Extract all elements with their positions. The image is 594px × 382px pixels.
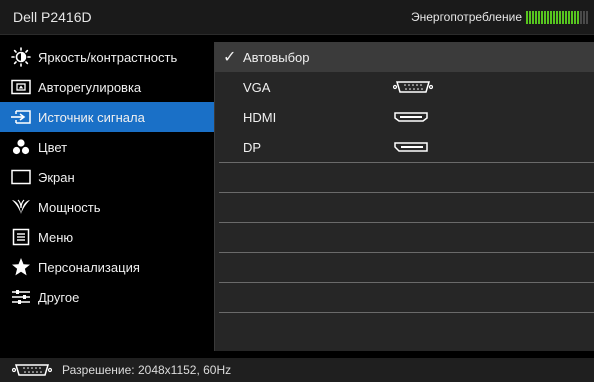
osd-header: Dell P2416D Энергопотребление xyxy=(0,0,594,35)
energy-bar xyxy=(544,10,546,24)
check-icon: ✓ xyxy=(223,49,237,66)
menu-item-label: Авторегулировка xyxy=(38,79,142,95)
menu-item-label: Меню xyxy=(38,229,74,245)
display-icon xyxy=(6,169,36,185)
menu-item-menu[interactable]: Меню xyxy=(0,222,214,252)
menu-item-display[interactable]: Экран xyxy=(0,162,214,192)
osd-window: Dell P2416D Энергопотребление Яркость/ко… xyxy=(0,0,594,382)
brightness-icon xyxy=(6,47,36,67)
energy-bar xyxy=(568,10,570,24)
divider xyxy=(219,192,594,193)
input-source-panel: ✓ Автовыбор VGA HDMI DP xyxy=(214,42,594,351)
energy-bar xyxy=(538,10,540,24)
menu-item-power[interactable]: Мощность xyxy=(0,192,214,222)
divider xyxy=(219,282,594,283)
energy-bar xyxy=(556,10,558,24)
resolution-text: Разрешение: 2048x1152, 60Hz xyxy=(62,363,232,377)
menu-item-label: Цвет xyxy=(38,139,68,155)
option-label: DP xyxy=(243,139,262,155)
menu-item-label: Персонализация xyxy=(38,259,140,275)
option-dp[interactable]: DP xyxy=(215,132,594,162)
energy-bar xyxy=(586,10,588,24)
option-auto-select[interactable]: ✓ Автовыбор xyxy=(215,42,594,72)
divider xyxy=(219,312,594,313)
menu-item-label: Экран xyxy=(38,169,75,185)
energy-bar xyxy=(562,10,564,24)
other-icon xyxy=(6,289,36,305)
monitor-model: Dell P2416D xyxy=(13,9,92,25)
energy-bar xyxy=(550,10,552,24)
menu-item-label: Яркость/контрастность xyxy=(38,49,178,65)
hdmi-connector-icon xyxy=(393,111,429,123)
main-menu: Яркость/контрастность Авторегулировка Ис… xyxy=(0,42,214,312)
energy-bar xyxy=(565,10,567,24)
option-label: Автовыбор xyxy=(243,49,310,65)
energy-bar xyxy=(541,10,543,24)
option-label: VGA xyxy=(243,79,271,95)
energy-bar xyxy=(526,10,528,24)
option-label: HDMI xyxy=(243,109,277,125)
option-vga[interactable]: VGA xyxy=(215,72,594,102)
energy-meter xyxy=(526,10,588,24)
energy-consumption: Энергопотребление xyxy=(411,10,588,24)
menu-item-brightness-contrast[interactable]: Яркость/контрастность xyxy=(0,42,214,72)
energy-bar xyxy=(535,10,537,24)
menu-item-label: Мощность xyxy=(38,199,101,215)
menu-item-label: Источник сигнала xyxy=(38,109,145,125)
energy-bar xyxy=(553,10,555,24)
energy-bar xyxy=(571,10,573,24)
star-icon xyxy=(6,257,36,277)
displayport-connector-icon xyxy=(393,141,429,153)
menu-item-other[interactable]: Другое xyxy=(0,282,214,312)
status-bar: Разрешение: 2048x1152, 60Hz xyxy=(0,358,594,382)
energy-bar xyxy=(577,10,579,24)
option-hdmi[interactable]: HDMI xyxy=(215,102,594,132)
menu-item-color[interactable]: Цвет xyxy=(0,132,214,162)
energy-bar xyxy=(529,10,531,24)
vga-connector-icon xyxy=(393,80,433,94)
energy-bar xyxy=(547,10,549,24)
menu-item-auto-adjust[interactable]: Авторегулировка xyxy=(0,72,214,102)
divider xyxy=(219,252,594,253)
menu-item-personalize[interactable]: Персонализация xyxy=(0,252,214,282)
input-source-icon xyxy=(6,109,36,125)
vga-connector-icon xyxy=(12,363,52,377)
power-icon xyxy=(6,198,36,216)
energy-bar xyxy=(580,10,582,24)
menu-item-label: Другое xyxy=(38,289,80,305)
color-icon xyxy=(6,138,36,156)
menu-item-input-source[interactable]: Источник сигнала xyxy=(0,102,214,132)
energy-label: Энергопотребление xyxy=(410,10,522,24)
energy-bar xyxy=(559,10,561,24)
energy-bar xyxy=(583,10,585,24)
menu-icon xyxy=(6,228,36,246)
divider xyxy=(219,222,594,223)
energy-bar xyxy=(532,10,534,24)
auto-adjust-icon xyxy=(6,79,36,95)
energy-bar xyxy=(574,10,576,24)
divider xyxy=(219,162,594,163)
